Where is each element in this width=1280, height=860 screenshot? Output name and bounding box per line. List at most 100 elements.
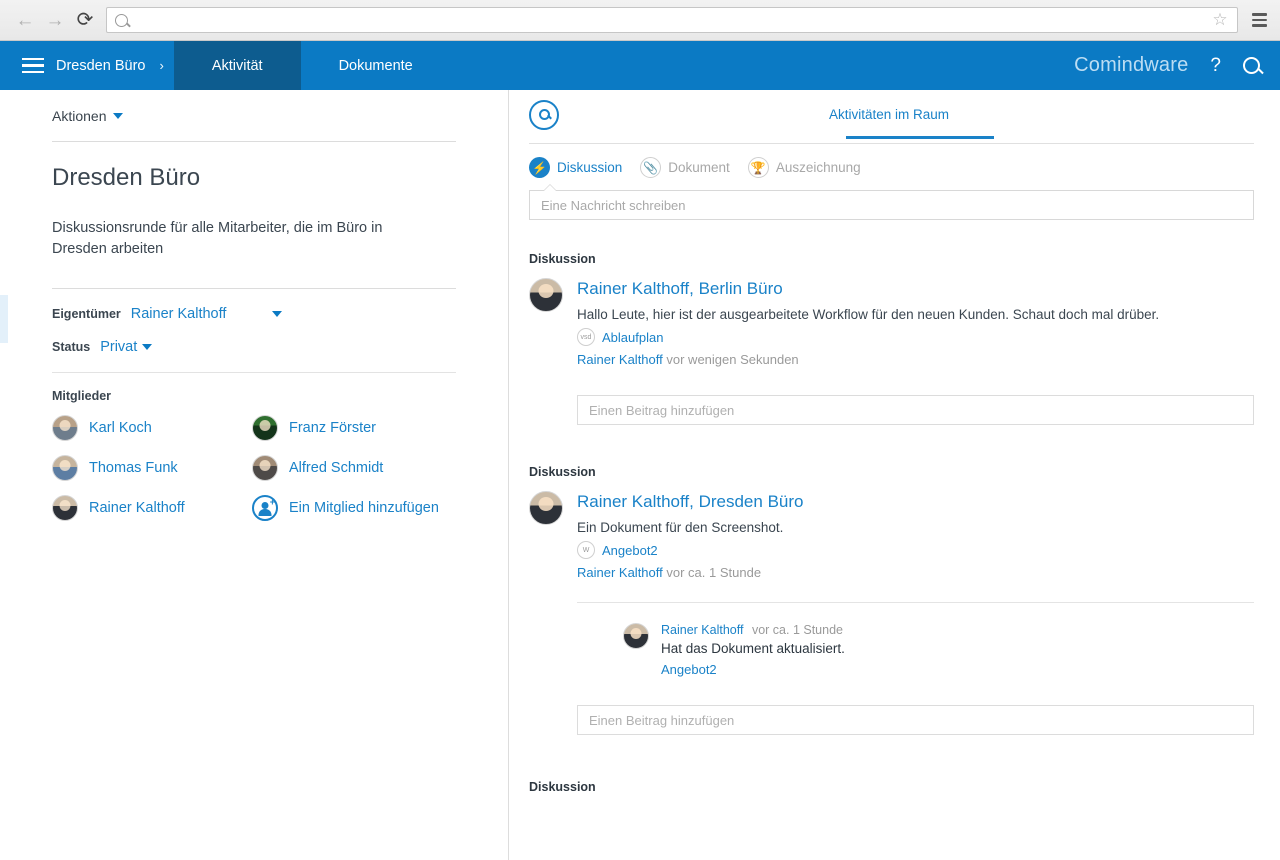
post-title[interactable]: Rainer Kalthoff, Dresden Büro xyxy=(577,491,1254,513)
owner-value[interactable]: Rainer Kalthoff xyxy=(131,306,227,322)
file-type-icon: vsd xyxy=(577,328,595,346)
actions-dropdown[interactable]: Aktionen xyxy=(52,90,456,124)
space-info-panel: Aktionen Dresden Büro Diskussionsrunde f… xyxy=(0,90,509,860)
file-type-icon: W xyxy=(577,541,595,559)
search-icon xyxy=(539,109,550,120)
app-header: Dresden Büro › Aktivität Dokumente Comin… xyxy=(0,41,1280,90)
member-name: Franz Förster xyxy=(289,420,377,436)
actions-label: Aktionen xyxy=(52,108,107,124)
tab-aktivitat[interactable]: Aktivität xyxy=(173,41,301,90)
owner-row: Eigentümer Rainer Kalthoff xyxy=(52,306,456,322)
add-member-button[interactable]: + Ein Mitglied hinzufügen xyxy=(252,495,456,521)
member-item[interactable]: Alfred Schmidt xyxy=(252,455,456,481)
status-label: Status xyxy=(52,340,91,354)
attachment-name: Ablaufplan xyxy=(602,329,664,345)
address-bar[interactable]: ☆ xyxy=(106,7,1238,33)
comment-input[interactable]: Einen Beitrag hinzufügen xyxy=(577,395,1254,425)
attachment-name: Angebot2 xyxy=(602,542,658,558)
section-label: Diskussion xyxy=(529,465,596,479)
browser-menu-button[interactable] xyxy=(1248,7,1270,33)
tab-aktivitat-label: Aktivität xyxy=(211,57,263,74)
avatar xyxy=(52,415,78,441)
filter-dokument[interactable]: 📎 Dokument xyxy=(640,157,730,178)
page-title: Dresden Büro xyxy=(52,164,201,191)
filter-auszeichnung-label: Auszeichnung xyxy=(775,160,861,175)
reply-header: Rainer Kalthoff vor ca. 1 Stunde xyxy=(661,623,845,637)
tab-dokumente[interactable]: Dokumente xyxy=(301,41,451,90)
member-item[interactable]: Franz Förster xyxy=(252,415,456,441)
tab-aktivitaten-label: Aktivitäten im Raum xyxy=(829,107,950,122)
browser-toolbar: ← → ⟳ ☆ xyxy=(0,0,1280,41)
members-grid: Karl Koch Franz Förster Thomas Funk Alfr… xyxy=(52,415,456,521)
filter-diskussion[interactable]: ⚡ Diskussion xyxy=(529,157,622,178)
reply-text: Hat das Dokument aktualisiert. xyxy=(661,641,845,656)
post-meta: Rainer Kalthoff vor ca. 1 Stunde xyxy=(577,565,1254,580)
reply-author[interactable]: Rainer Kalthoff xyxy=(661,623,743,637)
member-item[interactable]: Karl Koch xyxy=(52,415,252,441)
add-user-icon: + xyxy=(252,495,278,521)
status-row: Status Privat xyxy=(52,339,456,355)
member-item[interactable]: Rainer Kalthoff xyxy=(52,495,252,521)
comment-placeholder: Einen Beitrag hinzufügen xyxy=(589,402,735,418)
search-icon xyxy=(115,13,128,27)
owner-label: Eigentümer xyxy=(52,307,121,321)
status-value[interactable]: Privat xyxy=(100,339,137,355)
caret-down-icon[interactable] xyxy=(142,344,153,350)
member-name: Alfred Schmidt xyxy=(289,460,384,476)
active-tab-underline xyxy=(846,136,994,139)
avatar xyxy=(623,623,649,649)
activity-post: Rainer Kalthoff, Berlin Büro Hallo Leute… xyxy=(529,278,1254,425)
section-label: Diskussion xyxy=(529,252,596,266)
chat-bolt-icon: ⚡ xyxy=(529,157,550,178)
avatar xyxy=(529,491,563,525)
comment-placeholder: Einen Beitrag hinzufügen xyxy=(589,712,735,728)
new-message-placeholder: Eine Nachricht schreiben xyxy=(541,197,686,213)
help-icon[interactable]: ? xyxy=(1210,55,1221,77)
post-text: Ein Dokument für den Screenshot. xyxy=(577,520,784,535)
members-label: Mitglieder xyxy=(52,389,112,403)
comment-input[interactable]: Einen Beitrag hinzufügen xyxy=(577,705,1254,735)
activity-search-button[interactable] xyxy=(529,100,559,130)
caret-down-icon[interactable] xyxy=(272,311,283,317)
avatar xyxy=(52,455,78,481)
avatar xyxy=(52,495,78,521)
header-actions: Comindware ? xyxy=(1074,41,1280,90)
attachment[interactable]: vsd Ablaufplan xyxy=(577,328,1254,346)
reply-timestamp: vor ca. 1 Stunde xyxy=(751,623,843,637)
post-reply: Rainer Kalthoff vor ca. 1 Stunde Hat das… xyxy=(623,623,1254,677)
reply-attachment-link[interactable]: Angebot2 xyxy=(661,662,845,677)
reload-icon[interactable]: ⟳ xyxy=(70,5,100,35)
member-name: Rainer Kalthoff xyxy=(89,500,185,516)
back-arrow-icon[interactable]: ← xyxy=(10,5,40,35)
activity-panel: Aktivitäten im Raum ⚡ Diskussion 📎 Dokum… xyxy=(509,90,1280,860)
post-author[interactable]: Rainer Kalthoff xyxy=(577,565,663,580)
attachment[interactable]: W Angebot2 xyxy=(577,541,1254,559)
paperclip-icon: 📎 xyxy=(640,157,662,178)
new-message-input[interactable]: Eine Nachricht schreiben xyxy=(529,184,1254,220)
filter-auszeichnung[interactable]: 🏆 Auszeichnung xyxy=(747,157,861,178)
add-member-label: Ein Mitglied hinzufügen xyxy=(289,500,439,516)
post-text: Hallo Leute, hier ist der ausgearbeitete… xyxy=(577,307,1160,322)
divider xyxy=(52,372,456,373)
member-item[interactable]: Thomas Funk xyxy=(52,455,252,481)
forward-arrow-icon[interactable]: → xyxy=(40,5,70,35)
tab-aktivitaten-im-raum[interactable]: Aktivitäten im Raum xyxy=(829,107,949,122)
star-icon[interactable]: ☆ xyxy=(1211,10,1229,29)
post-title[interactable]: Rainer Kalthoff, Berlin Büro xyxy=(577,278,1254,300)
header-search-button[interactable] xyxy=(1243,57,1260,74)
hamburger-menu-icon[interactable] xyxy=(0,41,56,90)
breadcrumb[interactable]: Dresden Büro › xyxy=(56,41,174,90)
section-label: Diskussion xyxy=(529,780,596,794)
post-meta: Rainer Kalthoff vor wenigen Sekunden xyxy=(577,352,1254,367)
post-timestamp: vor wenigen Sekunden xyxy=(666,352,799,367)
divider xyxy=(52,141,456,142)
divider xyxy=(52,288,456,289)
trophy-icon: 🏆 xyxy=(747,157,769,178)
post-author[interactable]: Rainer Kalthoff xyxy=(577,352,663,367)
member-name: Thomas Funk xyxy=(89,460,178,476)
avatar xyxy=(529,278,563,312)
main-content: Aktionen Dresden Büro Diskussionsrunde f… xyxy=(0,90,1280,860)
avatar xyxy=(252,455,278,481)
search-icon xyxy=(1243,57,1260,74)
avatar xyxy=(252,415,278,441)
